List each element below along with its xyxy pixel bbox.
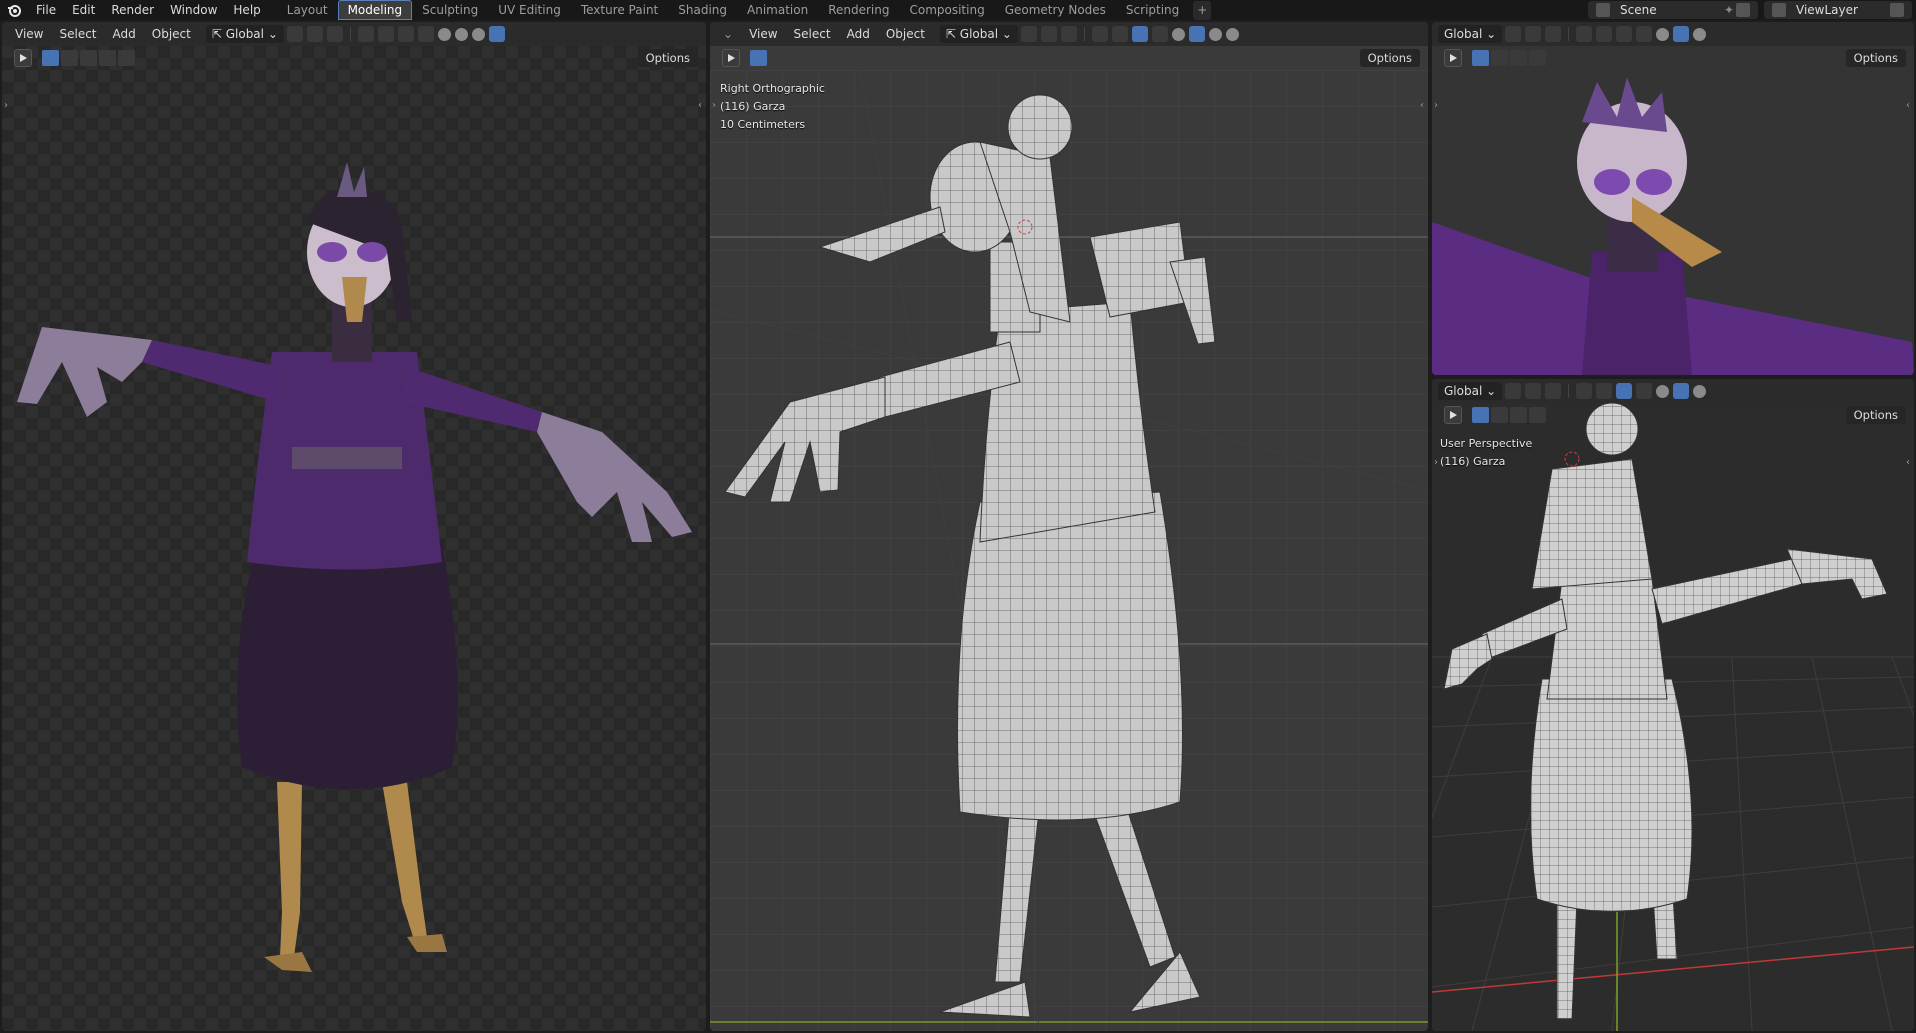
persp-hair — [1531, 458, 1653, 590]
menu-edit[interactable]: Edit — [64, 0, 103, 20]
belt — [292, 447, 402, 469]
menu-file[interactable]: File — [28, 0, 64, 20]
scene-icon — [1596, 3, 1610, 17]
beak-mesh — [818, 206, 946, 263]
persp-right-hand — [1786, 548, 1888, 600]
right-foot — [407, 934, 447, 952]
left-eye — [317, 242, 347, 262]
blender-logo-icon[interactable] — [0, 0, 28, 20]
scene-name: Scene — [1620, 3, 1657, 17]
new-viewlayer-icon[interactable] — [1890, 3, 1904, 17]
tab-sculpting[interactable]: Sculpting — [412, 0, 488, 20]
left-leg — [277, 782, 302, 957]
persp-skirt — [1530, 678, 1693, 912]
skirt — [237, 542, 458, 790]
leg-back — [994, 801, 1041, 983]
persp-left-hand — [1443, 633, 1493, 690]
workspace-tabs: Layout Modeling Sculpting UV Editing Tex… — [277, 0, 1212, 20]
object-info-label: (116) Garza — [720, 100, 786, 113]
grid-scale-label: 10 Centimeters — [720, 118, 806, 131]
tab-animation[interactable]: Animation — [737, 0, 818, 20]
foot-back — [939, 981, 1031, 1018]
persp-leg-left — [1556, 898, 1578, 1020]
character-render — [17, 162, 692, 972]
hair-bun-mesh — [1007, 94, 1073, 160]
top-bar: File Edit Render Window Help Layout Mode… — [0, 0, 1916, 20]
persp-hair-bun — [1585, 402, 1639, 456]
closeup-render — [1432, 77, 1914, 375]
persp-right-arm — [1651, 558, 1803, 625]
tab-modeling[interactable]: Modeling — [337, 0, 413, 20]
scene-selector[interactable]: Scene ✦ — [1588, 1, 1758, 19]
viewlayer-icon — [1772, 3, 1786, 17]
left-arm — [142, 340, 282, 402]
character-perspective — [1443, 402, 1888, 1020]
persp-torso — [1546, 578, 1668, 700]
view-name-label: User Perspective — [1440, 437, 1533, 450]
tab-layout[interactable]: Layout — [277, 0, 338, 20]
menu-render[interactable]: Render — [103, 0, 162, 20]
tab-shading[interactable]: Shading — [668, 0, 737, 20]
tab-uv-editing[interactable]: UV Editing — [488, 0, 571, 20]
tab-scripting[interactable]: Scripting — [1116, 0, 1189, 20]
view-name-label: Right Orthographic — [720, 82, 825, 95]
viewlayer-name: ViewLayer — [1796, 3, 1858, 17]
right-leg — [382, 782, 427, 940]
hair-crest — [337, 162, 367, 197]
3d-cursor-icon — [1564, 451, 1580, 467]
skirt-mesh — [957, 491, 1183, 821]
add-workspace-button[interactable]: + — [1193, 1, 1212, 20]
pin-icon[interactable]: ✦ — [1724, 3, 1734, 17]
tab-compositing[interactable]: Compositing — [899, 0, 994, 20]
new-scene-icon[interactable] — [1736, 3, 1750, 17]
closeup-right-eye — [1636, 169, 1672, 195]
hand-mesh — [724, 376, 886, 503]
tab-texture-paint[interactable]: Texture Paint — [571, 0, 668, 20]
tab-rendering[interactable]: Rendering — [818, 0, 899, 20]
viewport-left[interactable]: View Select Add Object ⇱ Global ⌄ Option… — [2, 22, 706, 1031]
closeup-left-eye — [1594, 169, 1630, 195]
tab-geometry-nodes[interactable]: Geometry Nodes — [995, 0, 1116, 20]
leg-front — [1089, 801, 1176, 968]
left-foot — [264, 952, 312, 972]
viewport-bottom-right[interactable]: Global ⌄ Options › ‹ User Perspective (1… — [1432, 379, 1914, 1031]
right-eye — [357, 242, 387, 262]
character-wireframe — [724, 94, 1216, 1018]
right-hand — [537, 412, 692, 542]
viewport-center[interactable]: ⌄ View Select Add Object ⇱ Global ⌄ Opti… — [710, 22, 1428, 1031]
menu-window[interactable]: Window — [162, 0, 225, 20]
jacket-mesh — [979, 301, 1156, 543]
viewport-top-right[interactable]: Global ⌄ Options › ‹ — [1432, 22, 1914, 375]
left-hand — [17, 327, 152, 417]
menu-help[interactable]: Help — [225, 0, 268, 20]
viewlayer-selector[interactable]: ViewLayer — [1764, 1, 1912, 19]
object-info-label: (116) Garza — [1440, 455, 1506, 468]
